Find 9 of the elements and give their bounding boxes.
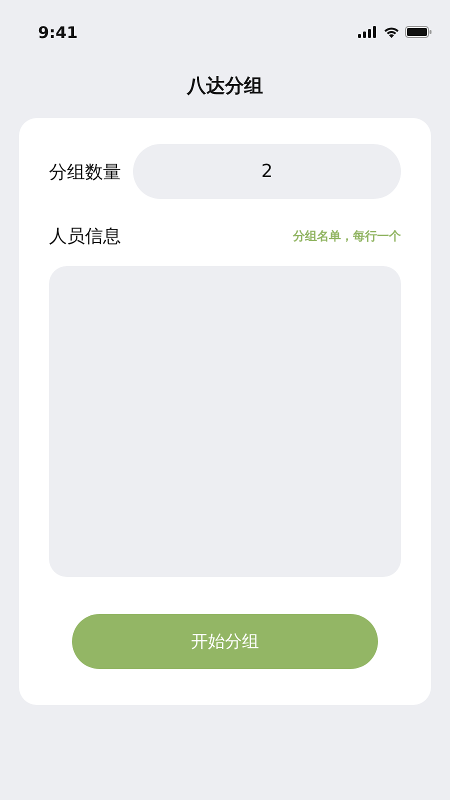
field-label: 人员信息 bbox=[49, 225, 121, 248]
battery-icon bbox=[405, 26, 432, 38]
input-field[interactable]: 2 bbox=[133, 144, 401, 199]
field-label: 分组数量 bbox=[49, 160, 121, 184]
status-time: 9:41 bbox=[38, 22, 78, 42]
page-title: 八达分组 bbox=[187, 74, 263, 99]
hint-text: 分组名单，每行一个 bbox=[293, 228, 401, 244]
signal-icon bbox=[358, 26, 378, 38]
wifi-icon bbox=[383, 26, 400, 38]
